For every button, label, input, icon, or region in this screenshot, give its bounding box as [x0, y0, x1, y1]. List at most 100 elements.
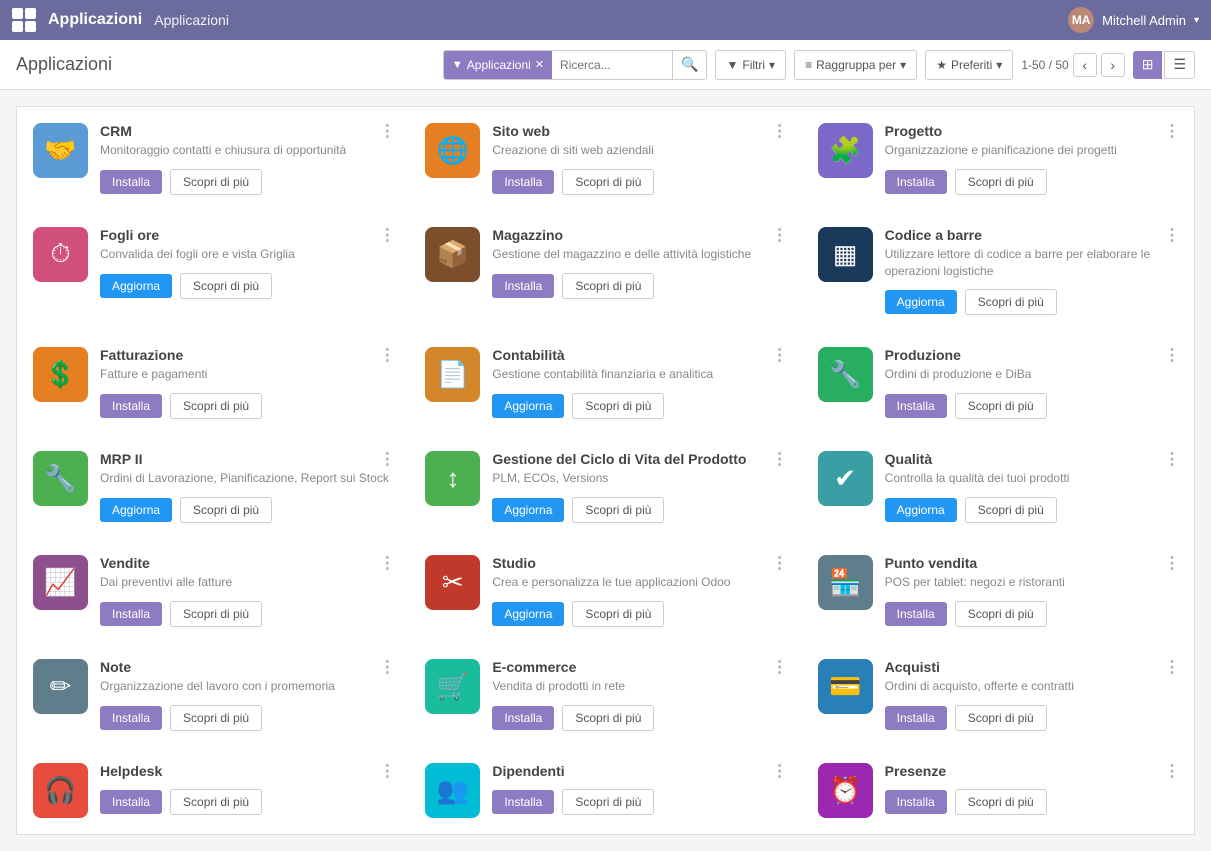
app-card-pos: ⋮ 🏪 Punto vendita POS per tablet: negozi… [802, 539, 1194, 643]
app-more-button-manufacturing[interactable]: Scopri di più [955, 393, 1047, 419]
user-menu-caret[interactable]: ▾ [1194, 15, 1199, 26]
app-menu-pos[interactable]: ⋮ [1164, 553, 1182, 573]
topbar-nav[interactable]: Applicazioni [154, 12, 229, 28]
app-action-button-inventory[interactable]: Installa [492, 274, 554, 298]
app-action-button-barcode[interactable]: Aggiorna [885, 290, 957, 314]
app-more-button-plm[interactable]: Scopri di più [572, 497, 664, 523]
filter-button[interactable]: ▼ Filtri ▾ [715, 50, 786, 80]
app-actions-quality: Aggiorna Scopri di più [885, 497, 1178, 523]
app-menu-ecommerce[interactable]: ⋮ [772, 657, 790, 677]
app-more-button-project[interactable]: Scopri di più [955, 169, 1047, 195]
app-menu-purchase[interactable]: ⋮ [1164, 657, 1182, 677]
app-action-button-sales[interactable]: Installa [100, 602, 162, 626]
app-action-button-mrp[interactable]: Aggiorna [100, 498, 172, 522]
app-icon-plm: ↕ [425, 451, 480, 506]
app-action-button-purchase[interactable]: Installa [885, 706, 947, 730]
app-action-button-accounting[interactable]: Aggiorna [492, 394, 564, 418]
app-name-barcode: Codice a barre [885, 227, 1178, 243]
grid-view-button[interactable]: ⊞ [1133, 51, 1163, 79]
search-input[interactable] [552, 58, 672, 72]
app-menu-studio[interactable]: ⋮ [772, 553, 790, 573]
next-page-button[interactable]: › [1101, 53, 1125, 77]
favorites-button[interactable]: ★ Preferiti ▾ [925, 50, 1013, 80]
app-menu-accounting[interactable]: ⋮ [772, 345, 790, 365]
app-more-button-quality[interactable]: Scopri di più [965, 497, 1057, 523]
app-desc-mrp: Ordini di Lavorazione, Pianificazione, R… [100, 470, 393, 487]
app-desc-pos: POS per tablet: negozi e ristoranti [885, 574, 1178, 591]
app-action-button-ecommerce[interactable]: Installa [492, 706, 554, 730]
app-actions-plm: Aggiorna Scopri di più [492, 497, 785, 523]
app-more-button-employees[interactable]: Scopri di più [562, 789, 654, 815]
app-name-accounting: Contabilità [492, 347, 785, 363]
app-more-button-timesheets[interactable]: Scopri di più [180, 273, 272, 299]
app-more-button-helpdesk[interactable]: Scopri di più [170, 789, 262, 815]
app-menu-barcode[interactable]: ⋮ [1164, 225, 1182, 245]
app-action-button-attendance[interactable]: Installa [885, 790, 947, 814]
app-menu-project[interactable]: ⋮ [1164, 121, 1182, 141]
app-info-invoicing: Fatturazione Fatture e pagamenti Install… [100, 347, 393, 419]
app-menu-sales[interactable]: ⋮ [379, 553, 397, 573]
search-tag-close[interactable]: ✕ [535, 58, 544, 71]
app-more-button-studio[interactable]: Scopri di più [572, 601, 664, 627]
app-action-button-notes[interactable]: Installa [100, 706, 162, 730]
user-menu[interactable]: Mitchell Admin [1102, 13, 1186, 28]
app-action-button-invoicing[interactable]: Installa [100, 394, 162, 418]
app-menu-notes[interactable]: ⋮ [379, 657, 397, 677]
topbar-title: Applicazioni [48, 11, 142, 29]
app-menu-inventory[interactable]: ⋮ [772, 225, 790, 245]
app-more-button-inventory[interactable]: Scopri di più [562, 273, 654, 299]
app-more-button-pos[interactable]: Scopri di più [955, 601, 1047, 627]
app-menu-website[interactable]: ⋮ [772, 121, 790, 141]
list-view-button[interactable]: ☰ [1164, 51, 1195, 79]
app-action-button-plm[interactable]: Aggiorna [492, 498, 564, 522]
app-action-button-studio[interactable]: Aggiorna [492, 602, 564, 626]
app-actions-inventory: Installa Scopri di più [492, 273, 785, 299]
app-more-button-accounting[interactable]: Scopri di più [572, 393, 664, 419]
prev-page-button[interactable]: ‹ [1073, 53, 1097, 77]
app-more-button-sales[interactable]: Scopri di più [170, 601, 262, 627]
app-action-button-project[interactable]: Installa [885, 170, 947, 194]
app-more-button-mrp[interactable]: Scopri di più [180, 497, 272, 523]
app-action-button-quality[interactable]: Aggiorna [885, 498, 957, 522]
app-menu-employees[interactable]: ⋮ [772, 761, 790, 781]
app-menu-mrp[interactable]: ⋮ [379, 449, 397, 469]
app-actions-mrp: Aggiorna Scopri di più [100, 497, 393, 523]
app-grid-container: ⋮ 🤝 CRM Monitoraggio contatti e chiusura… [0, 90, 1211, 851]
app-name-pos: Punto vendita [885, 555, 1178, 571]
group-icon: ≡ [805, 58, 812, 72]
app-more-button-notes[interactable]: Scopri di più [170, 705, 262, 731]
app-menu-manufacturing[interactable]: ⋮ [1164, 345, 1182, 365]
group-button[interactable]: ≡ Raggruppa per ▾ [794, 50, 917, 80]
app-action-button-crm[interactable]: Installa [100, 170, 162, 194]
app-card-accounting: ⋮ 📄 Contabilità Gestione contabilità fin… [409, 331, 801, 435]
app-menu-quality[interactable]: ⋮ [1164, 449, 1182, 469]
app-menu-plm[interactable]: ⋮ [772, 449, 790, 469]
app-more-button-ecommerce[interactable]: Scopri di più [562, 705, 654, 731]
app-menu-invoicing[interactable]: ⋮ [379, 345, 397, 365]
app-action-button-manufacturing[interactable]: Installa [885, 394, 947, 418]
search-button[interactable]: 🔍 [672, 51, 706, 79]
app-action-button-employees[interactable]: Installa [492, 790, 554, 814]
app-card-notes: ⋮ ✏ Note Organizzazione del lavoro con i… [17, 643, 409, 747]
app-name-project: Progetto [885, 123, 1178, 139]
app-menu-helpdesk[interactable]: ⋮ [379, 761, 397, 781]
app-action-button-pos[interactable]: Installa [885, 602, 947, 626]
app-more-button-attendance[interactable]: Scopri di più [955, 789, 1047, 815]
app-action-button-website[interactable]: Installa [492, 170, 554, 194]
app-icon-accounting: 📄 [425, 347, 480, 402]
app-more-button-invoicing[interactable]: Scopri di più [170, 393, 262, 419]
app-more-button-website[interactable]: Scopri di più [562, 169, 654, 195]
app-more-button-crm[interactable]: Scopri di più [170, 169, 262, 195]
app-action-button-helpdesk[interactable]: Installa [100, 790, 162, 814]
app-icon-project: 🧩 [818, 123, 873, 178]
app-actions-pos: Installa Scopri di più [885, 601, 1178, 627]
app-menu-crm[interactable]: ⋮ [379, 121, 397, 141]
app-name-plm: Gestione del Ciclo di Vita del Prodotto [492, 451, 785, 467]
app-more-button-barcode[interactable]: Scopri di più [965, 289, 1057, 315]
app-menu-timesheets[interactable]: ⋮ [379, 225, 397, 245]
search-tag[interactable]: ▼ Applicazioni ✕ [444, 51, 552, 79]
app-more-button-purchase[interactable]: Scopri di più [955, 705, 1047, 731]
app-menu-attendance[interactable]: ⋮ [1164, 761, 1182, 781]
app-action-button-timesheets[interactable]: Aggiorna [100, 274, 172, 298]
app-actions-accounting: Aggiorna Scopri di più [492, 393, 785, 419]
